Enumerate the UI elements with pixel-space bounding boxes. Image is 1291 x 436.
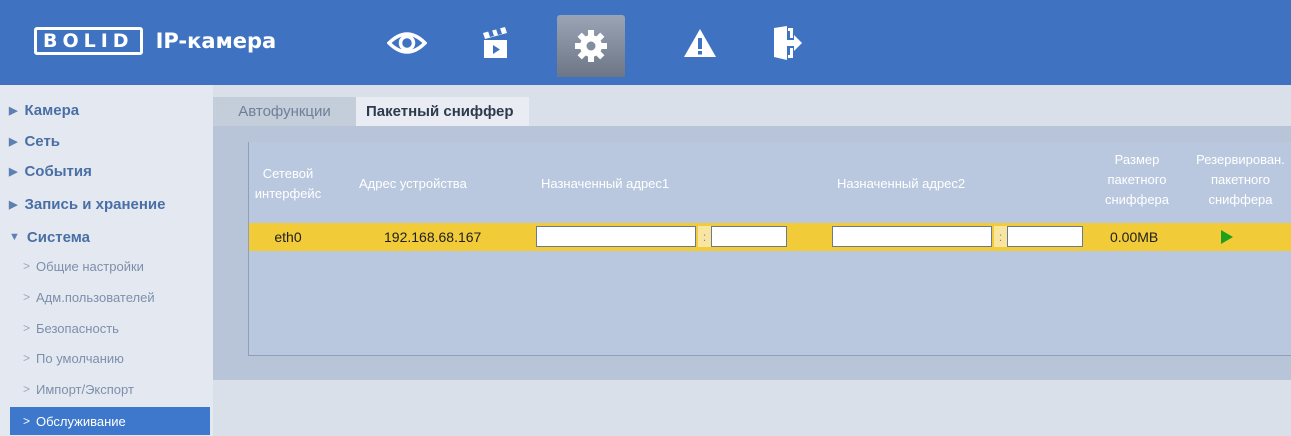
sidebar-subitem-import-export[interactable]: > Импорт/Экспорт bbox=[0, 375, 213, 403]
chevron-right-icon: > bbox=[23, 414, 31, 428]
dest-address2-ip-input[interactable] bbox=[832, 226, 992, 247]
expand-arrow-icon: ▶ bbox=[9, 135, 18, 148]
sidebar-subitem-maintenance[interactable]: > Обслуживание bbox=[10, 407, 210, 435]
chevron-right-icon: > bbox=[23, 259, 31, 273]
sidebar-item-events[interactable]: ▶ События bbox=[9, 158, 209, 184]
sidebar-subitem-label: Общие настройки bbox=[36, 258, 144, 274]
chevron-right-icon: > bbox=[23, 351, 31, 365]
expand-arrow-icon: ▶ bbox=[9, 165, 18, 178]
sidebar-subitem-general[interactable]: > Общие настройки bbox=[0, 252, 213, 280]
header-device-address: Адрес устройства bbox=[359, 176, 467, 191]
logo: BOLID IP-камера bbox=[34, 27, 276, 55]
sniffer-table: Сетевой интерфейс Адрес устройства Назна… bbox=[248, 142, 1291, 356]
sidebar-subitem-label: Импорт/Экспорт bbox=[36, 381, 134, 397]
play-icon[interactable] bbox=[1221, 230, 1233, 244]
header-sniffer-size: Размер пакетного сниффера bbox=[1104, 152, 1170, 207]
nav-settings[interactable] bbox=[557, 15, 625, 77]
header-dest-address2: Назначенный адрес2 bbox=[837, 176, 966, 191]
dest-address2-port-input[interactable] bbox=[1007, 226, 1083, 247]
sidebar: ▶ Камера ▶ Сеть ▶ События ▶ Запись и хра… bbox=[0, 85, 213, 436]
eye-icon bbox=[387, 31, 427, 54]
sidebar-subitem-security[interactable]: > Безопасность bbox=[0, 314, 213, 342]
cell-device-address: 192.168.68.167 bbox=[384, 229, 482, 245]
sidebar-item-label: Сеть bbox=[24, 132, 61, 150]
sidebar-item-system[interactable]: ▼ Система bbox=[9, 224, 209, 250]
sidebar-item-label: Запись и хранение bbox=[24, 195, 166, 213]
expand-arrow-icon: ▶ bbox=[9, 104, 18, 117]
cell-interface: eth0 bbox=[274, 229, 302, 245]
exit-door-icon bbox=[774, 25, 802, 60]
expand-arrow-icon: ▶ bbox=[9, 198, 18, 211]
header-dest-address1: Назначенный адрес1 bbox=[541, 176, 670, 191]
sidebar-item-network[interactable]: ▶ Сеть bbox=[9, 128, 209, 154]
sidebar-item-label: События bbox=[24, 162, 92, 180]
dest-address1-ip-input[interactable] bbox=[536, 226, 696, 247]
cell-sniffer-size: 0.00MB bbox=[1110, 229, 1159, 245]
sidebar-subitem-label: Безопасность bbox=[36, 320, 119, 336]
tab-panel: Сетевой интерфейс Адрес устройства Назна… bbox=[213, 126, 1291, 380]
logo-brand: BOLID bbox=[34, 27, 143, 55]
dest-address1-port-input[interactable] bbox=[711, 226, 787, 247]
clapperboard-icon bbox=[483, 26, 507, 58]
collapse-arrow-icon: ▼ bbox=[9, 231, 20, 243]
main-content: Автофункции Пакетный сниффер Сетевой инт… bbox=[213, 85, 1291, 436]
warning-icon bbox=[684, 28, 716, 57]
sidebar-subitem-label: По умолчанию bbox=[36, 350, 124, 366]
nav-live-view[interactable] bbox=[374, 15, 440, 70]
chevron-right-icon: > bbox=[23, 321, 31, 335]
gear-icon bbox=[575, 30, 607, 62]
tab-autofunctions[interactable]: Автофункции bbox=[213, 97, 356, 126]
table-row: eth0 192.168.68.167 : : 0.00MB bbox=[249, 223, 1291, 251]
dest-address2-colon: : bbox=[994, 226, 1007, 247]
sidebar-item-label: Камера bbox=[24, 101, 80, 119]
top-header: BOLID IP-камера bbox=[0, 0, 1291, 85]
header-sniffer-backup: Резервирован. пакетного сниффера bbox=[1196, 152, 1285, 207]
chevron-right-icon: > bbox=[23, 290, 31, 304]
sidebar-item-camera[interactable]: ▶ Камера bbox=[9, 97, 209, 123]
nav-alarm[interactable] bbox=[667, 15, 733, 70]
nav-playback[interactable] bbox=[462, 15, 528, 70]
tab-packet-sniffer[interactable]: Пакетный сниффер bbox=[356, 97, 529, 126]
dest-address1-colon: : bbox=[698, 226, 711, 247]
sidebar-subitem-label: Обслуживание bbox=[36, 413, 126, 429]
chevron-right-icon: > bbox=[23, 382, 31, 396]
header-interface: Сетевой интерфейс bbox=[254, 166, 322, 201]
sidebar-item-storage[interactable]: ▶ Запись и хранение bbox=[9, 191, 209, 217]
nav-logout[interactable] bbox=[755, 15, 821, 70]
logo-product: IP-камера bbox=[155, 29, 277, 53]
tab-bar: Автофункции Пакетный сниффер bbox=[213, 97, 529, 126]
sidebar-subitem-defaults[interactable]: > По умолчанию bbox=[0, 344, 213, 372]
sidebar-subitem-users[interactable]: > Адм.пользователей bbox=[0, 283, 213, 311]
sidebar-item-label: Система bbox=[26, 228, 91, 246]
sidebar-subitem-label: Адм.пользователей bbox=[36, 289, 155, 305]
